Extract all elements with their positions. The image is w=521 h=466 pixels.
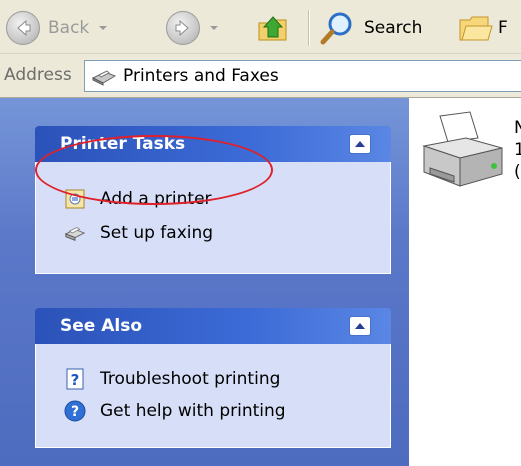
printer-info-line2: 1: [514, 140, 521, 160]
printer-tasks-collapse-icon[interactable]: [349, 134, 371, 154]
folders-button[interactable]: F: [458, 8, 508, 48]
up-folder-icon: [258, 16, 287, 41]
folders-label: F: [498, 18, 508, 38]
svg-text:?: ?: [71, 371, 80, 389]
see-also-body: ? Troubleshoot printing ? Get help with …: [35, 344, 391, 448]
get-help-printing-link[interactable]: ? Get help with printing: [64, 400, 286, 422]
search-icon: [320, 12, 352, 45]
address-bar: Address Printers and Faxes: [0, 54, 521, 98]
back-dropdown-icon[interactable]: [99, 26, 108, 30]
forward-button[interactable]: [166, 8, 218, 48]
get-help-printing-label: Get help with printing: [100, 401, 286, 421]
search-button[interactable]: Search: [320, 8, 422, 48]
search-label: Search: [364, 18, 423, 38]
printers-folder-icon: [91, 70, 117, 86]
fax-icon: [64, 222, 86, 244]
toolbar-separator: [308, 10, 310, 46]
back-label: Back: [48, 18, 90, 38]
printer-info-line3: (: [514, 162, 521, 182]
folders-icon: [459, 16, 493, 41]
forward-arrow-icon: [166, 11, 200, 45]
back-button[interactable]: Back: [6, 8, 108, 48]
highlight-ellipse: [35, 135, 273, 205]
printer-item[interactable]: [418, 108, 508, 198]
see-also-header[interactable]: See Also: [35, 308, 391, 344]
see-also-collapse-icon[interactable]: [349, 316, 371, 336]
toolbar: Back Search F: [0, 0, 521, 54]
svg-text:?: ?: [71, 404, 79, 420]
troubleshoot-printing-label: Troubleshoot printing: [100, 369, 281, 389]
troubleshoot-printing-link[interactable]: ? Troubleshoot printing: [64, 368, 280, 390]
printer-name: N: [514, 118, 521, 138]
printer-icon: [422, 111, 503, 187]
address-label: Address: [4, 65, 72, 85]
help-icon: ?: [64, 400, 86, 422]
see-also-group: See Also ? Troubleshoot printing ? Get h…: [35, 308, 391, 448]
back-arrow-icon: [6, 11, 40, 45]
address-value: Printers and Faxes: [123, 66, 279, 86]
up-folder-button[interactable]: [256, 8, 290, 48]
address-field[interactable]: Printers and Faxes: [84, 60, 521, 92]
forward-dropdown-icon[interactable]: [210, 26, 218, 30]
help-topic-icon: ?: [64, 368, 86, 390]
setup-faxing-label: Set up faxing: [100, 223, 214, 243]
setup-faxing-link[interactable]: Set up faxing: [64, 222, 213, 244]
see-also-title: See Also: [60, 316, 143, 336]
